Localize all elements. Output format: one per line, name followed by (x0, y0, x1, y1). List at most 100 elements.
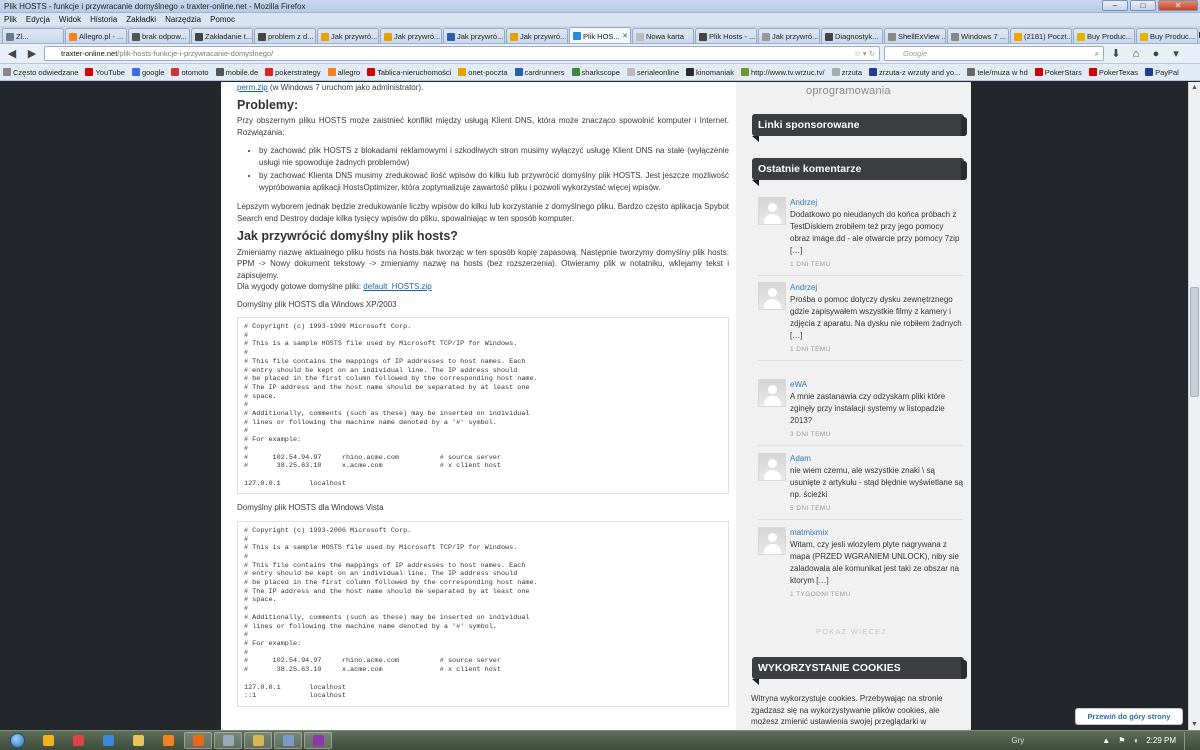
browser-tab[interactable]: brak odpow... (128, 28, 190, 43)
downloads-icon[interactable]: ⬇ (1108, 46, 1124, 62)
browser-tab[interactable]: Allegro.pl - ... (65, 28, 127, 43)
menu-icon[interactable]: ▾ (1168, 46, 1184, 62)
browser-tab[interactable]: Zl... (2, 28, 64, 43)
scroll-down-icon[interactable]: ▼ (1189, 719, 1200, 730)
bookmark-item[interactable]: otomoto (171, 68, 209, 77)
browser-tab[interactable]: Buy Produc... (1136, 28, 1198, 43)
perm-zip-link[interactable]: perm.zip (237, 83, 268, 92)
bookmark-item[interactable]: sharkscope (571, 68, 620, 77)
comment-author[interactable]: Andrzej (790, 197, 963, 209)
scroll-thumb[interactable] (1190, 287, 1199, 397)
bookmark-item[interactable]: tele/muza w hd (967, 68, 1028, 77)
tab-close-icon[interactable]: ✕ (622, 29, 628, 44)
bookmark-item[interactable]: serialeonline (626, 68, 679, 77)
browser-tab[interactable]: problem z d... (254, 28, 316, 43)
bookmark-item[interactable]: zrzuta-z wrzuty and yo... (869, 68, 960, 77)
bookmark-item[interactable]: kinomaniak (686, 68, 734, 77)
bookmark-item[interactable]: google (131, 68, 164, 77)
menu-item[interactable]: Historia (90, 13, 117, 26)
addon-icon[interactable]: ● (1148, 46, 1164, 62)
browser-tab[interactable]: Jak przywró... (758, 28, 820, 43)
bookmark-star-icon[interactable]: ☆ ▾ ↻ (854, 47, 875, 60)
minimize-button[interactable]: – (1102, 0, 1128, 11)
tab-label: Diagnostyk... (835, 32, 879, 41)
taskbar-button[interactable] (214, 732, 242, 749)
scroll-up-icon[interactable]: ▲ (1189, 82, 1200, 93)
browser-tab[interactable]: Plik Hosts - ... (695, 28, 757, 43)
default-hosts-zip-link[interactable]: default_HOSTS.zip (363, 282, 431, 291)
browser-tab[interactable]: Nowa karta (632, 28, 694, 43)
browser-tab[interactable]: (2181) Poczt... (1010, 28, 1072, 43)
browser-tab[interactable]: Plik HOS... ✕ (569, 27, 631, 44)
browser-tab[interactable]: Jak przywró... (380, 28, 442, 43)
taskbar-button[interactable] (244, 732, 272, 749)
taskbar-button[interactable] (304, 732, 332, 749)
clock[interactable]: 2:29 PM (1146, 736, 1176, 745)
tray-arrow-icon[interactable]: ▲ (1102, 736, 1110, 745)
comment-text[interactable]: nie wiem czemu, ale wszystkie znaki \ są… (790, 465, 963, 501)
bookmark-favicon-icon (3, 68, 11, 76)
bookmark-item[interactable]: zrzuta (831, 68, 862, 77)
back-icon[interactable]: ◀ (4, 46, 20, 62)
back-to-top-button[interactable]: Przewiń do góry strony (1075, 708, 1183, 725)
taskbar-button[interactable] (64, 732, 92, 749)
comment-author[interactable]: Adam (790, 453, 963, 465)
bookmark-item[interactable]: allegro (327, 68, 360, 77)
search-input[interactable]: Google ⌕ (884, 46, 1104, 61)
maximize-button[interactable]: □ (1130, 0, 1156, 11)
browser-tab[interactable]: Windows 7 ... (947, 28, 1009, 43)
bookmark-item[interactable]: PokerTexas (1088, 68, 1138, 77)
url-bar[interactable]: traxter-online.net/plik-hosts-funkcje-i-… (44, 46, 880, 61)
browser-tab[interactable]: Zakładanie t... (191, 28, 253, 43)
search-icon[interactable]: ⌕ (1095, 47, 1099, 60)
menu-item[interactable]: Edycja (26, 13, 50, 26)
comment-author[interactable]: Andrzej (790, 282, 963, 294)
menu-item[interactable]: Pomoc (210, 13, 235, 26)
page-scrollbar[interactable]: ▲ ▼ (1188, 82, 1200, 730)
comment-item: Adam nie wiem czemu, ale wszystkie znaki… (758, 453, 963, 520)
taskbar-button[interactable] (154, 732, 182, 749)
taskbar-button[interactable] (124, 732, 152, 749)
browser-tab[interactable]: Buy Produc... (1073, 28, 1135, 43)
taskbar-button[interactable] (34, 732, 62, 749)
browser-tab[interactable]: Jak przywró... (443, 28, 505, 43)
comment-text[interactable]: A mnie zastanawia czy odzyskam pliki któ… (790, 391, 963, 427)
comment-text[interactable]: Prośba o pomoc dotyczy dysku zewnętrzneg… (790, 294, 963, 342)
bookmark-item[interactable]: PokerStars (1034, 68, 1082, 77)
taskbar-button[interactable] (274, 732, 302, 749)
menu-item[interactable]: Widok (59, 13, 81, 26)
browser-tab[interactable]: Diagnostyk... (821, 28, 883, 43)
tab-label: Nowa karta (646, 32, 684, 41)
start-button[interactable] (0, 731, 34, 750)
volume-icon[interactable]: ◖ (1133, 736, 1138, 745)
menu-item[interactable]: Narzędzia (165, 13, 201, 26)
bookmark-item[interactable]: PayPal (1145, 68, 1179, 77)
browser-tab[interactable]: Jak przywró... (317, 28, 379, 43)
forward-icon[interactable]: ▶ (24, 46, 40, 62)
bookmark-item[interactable]: mobile.de (215, 68, 258, 77)
bookmark-favicon-icon (831, 68, 840, 76)
comment-text[interactable]: Witam, czy jesli wlozylem plyte nagrywan… (790, 539, 963, 587)
browser-tab[interactable]: Jak przywró... (506, 28, 568, 43)
close-button[interactable]: ✕ (1158, 0, 1198, 11)
bookmark-item[interactable]: onet-poczta (458, 68, 508, 77)
comment-author[interactable]: matmixmix (790, 527, 963, 539)
browser-tab[interactable]: ShellExView ... (884, 28, 946, 43)
home-icon[interactable]: ⌂ (1128, 46, 1144, 62)
bookmark-item[interactable]: Tablica-nieruchomości (367, 68, 451, 77)
bookmark-label: zrzuta-z wrzuty and yo... (879, 67, 961, 77)
flag-icon[interactable]: ⚑ (1118, 736, 1125, 745)
bookmark-item[interactable]: YouTube (85, 68, 125, 77)
bookmark-item[interactable]: http://www.tv.wrzuc.tv/ (740, 68, 825, 77)
show-more-link[interactable]: POKAŻ WIĘCEJ (816, 627, 886, 636)
menu-item[interactable]: Plik (4, 13, 17, 26)
bookmark-item[interactable]: cardrunners (514, 68, 565, 77)
show-desktop-button[interactable] (1184, 731, 1194, 750)
comment-author[interactable]: eWA (790, 379, 963, 391)
bookmark-item[interactable]: pokerstrategy (265, 68, 321, 77)
menu-item[interactable]: Zakładki (126, 13, 156, 26)
bookmark-item[interactable]: Często odwiedzane (3, 68, 78, 77)
taskbar-button[interactable] (184, 732, 212, 749)
comment-text[interactable]: Dodatkowo po nieudanych do końca próbach… (790, 209, 963, 257)
taskbar-button[interactable] (94, 732, 122, 749)
